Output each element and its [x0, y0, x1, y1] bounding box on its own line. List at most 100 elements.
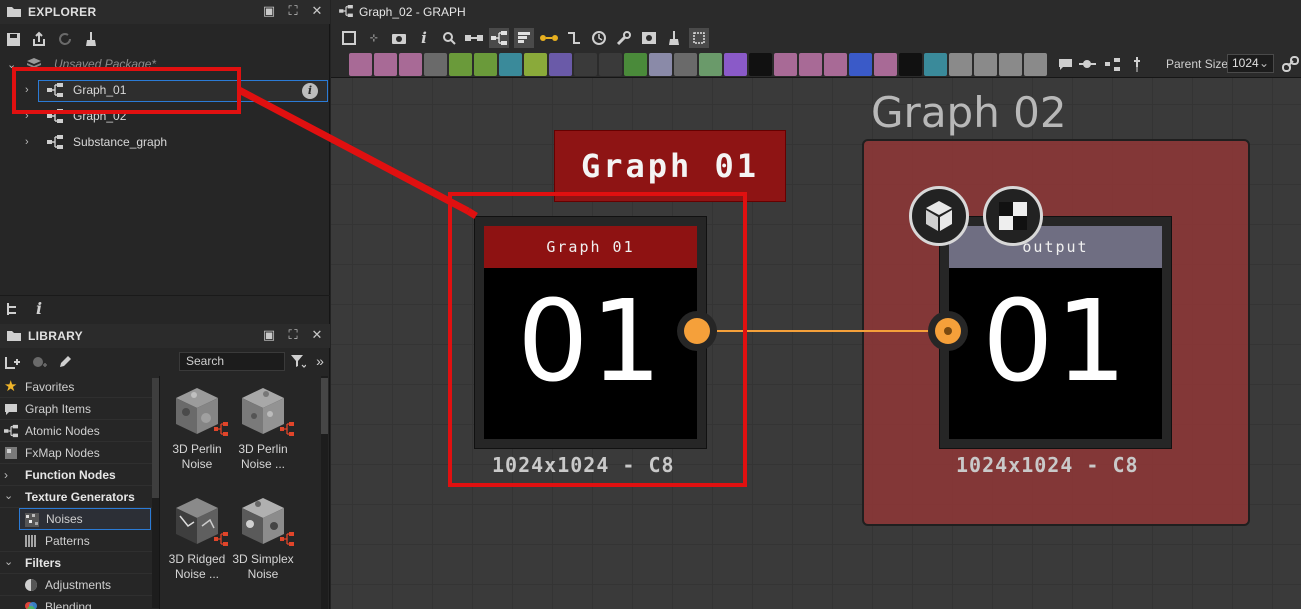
maximize-icon[interactable]: ⛶	[286, 328, 300, 342]
snap-grid-icon[interactable]	[689, 28, 709, 48]
selection-icon[interactable]	[849, 53, 872, 76]
instance-icon[interactable]	[999, 53, 1022, 76]
warp-icon[interactable]	[499, 53, 522, 76]
chevron-down-icon[interactable]: ⌄	[7, 58, 16, 71]
checker-icon[interactable]	[983, 186, 1043, 246]
graph-canvas[interactable]: Graph 02 Graph 01 01 1024x1024 - C8 outp…	[331, 78, 1301, 609]
library-search-input[interactable]: Search	[179, 352, 285, 371]
wrench-icon[interactable]	[614, 28, 634, 48]
category-patterns[interactable]: Patterns	[0, 530, 152, 552]
clean-broom-icon[interactable]	[82, 30, 100, 48]
parent-size-select[interactable]: 1024 ⌄	[1227, 54, 1274, 73]
explorer-item-substance-graph[interactable]: › Substance_graph	[0, 130, 330, 154]
float-value-icon[interactable]	[899, 53, 922, 76]
wire-icon[interactable]	[539, 28, 559, 48]
transform-icon[interactable]	[599, 53, 622, 76]
fill-icon[interactable]	[874, 53, 897, 76]
chevron-right-icon[interactable]: ›	[25, 136, 29, 148]
float-window-icon[interactable]: ▣	[262, 328, 276, 342]
chevron-right-icon[interactable]: ›	[25, 110, 29, 122]
chevron-right-icon[interactable]: ›	[25, 84, 29, 96]
input-node-icon[interactable]	[949, 53, 972, 76]
close-icon[interactable]: ✕	[310, 328, 324, 342]
pencil-icon[interactable]	[56, 353, 74, 371]
frame-node-icon[interactable]	[1024, 53, 1047, 76]
chevron-right-icon[interactable]: ›	[4, 468, 18, 482]
search-icon[interactable]	[439, 28, 459, 48]
category-blending[interactable]: Blending	[0, 596, 152, 609]
node-output[interactable]: output 01	[939, 216, 1172, 449]
preview-icon[interactable]	[639, 28, 659, 48]
levels-icon[interactable]	[474, 53, 497, 76]
link-nodes-icon[interactable]	[464, 28, 484, 48]
uniform-color-icon[interactable]	[399, 53, 422, 76]
category-noises[interactable]: Noises	[19, 508, 151, 530]
hsl-icon[interactable]	[724, 53, 747, 76]
package-row[interactable]: ⌄ Unsaved Package*	[0, 52, 330, 76]
shuffle-icon[interactable]	[424, 53, 447, 76]
output-node-icon[interactable]	[974, 53, 997, 76]
close-icon[interactable]: ✕	[310, 4, 324, 18]
category-filters[interactable]: ⌄ Filters	[0, 552, 152, 574]
category-adjustments[interactable]: Adjustments	[0, 574, 152, 596]
stack-icon[interactable]	[514, 28, 534, 48]
tile-3d-perlin-noise-2[interactable]: 3D Perlin Noise ...	[230, 386, 296, 472]
frame-all-icon[interactable]	[339, 28, 359, 48]
grayscale-icon[interactable]	[674, 53, 697, 76]
output-port[interactable]	[677, 311, 717, 351]
value-icon[interactable]	[749, 53, 772, 76]
info-italic-icon[interactable]: i	[30, 299, 48, 318]
chevron-down-icon[interactable]: ⌄	[4, 556, 18, 570]
tiles-scrollbar[interactable]	[321, 376, 328, 609]
pin-icon[interactable]	[1126, 53, 1149, 76]
category-favorites[interactable]: ★ Favorites	[0, 376, 152, 398]
camera-icon[interactable]	[389, 28, 409, 48]
circle-icon[interactable]	[549, 53, 572, 76]
filter-icon[interactable]	[289, 352, 307, 370]
gradient-icon[interactable]	[524, 53, 547, 76]
info-icon[interactable]: i	[302, 83, 318, 99]
edge-icon[interactable]	[774, 53, 797, 76]
tile-3d-perlin-noise[interactable]: 3D Perlin Noise	[164, 386, 230, 472]
tile-grid-icon[interactable]	[574, 53, 597, 76]
chevron-down-icon[interactable]: ⌄	[4, 490, 18, 504]
category-fxmap-nodes[interactable]: FxMap Nodes	[0, 442, 152, 464]
float-window-icon[interactable]: ▣	[262, 4, 276, 18]
input-port[interactable]	[928, 311, 968, 351]
tile-3d-simplex-noise[interactable]: 3D Simplex Noise	[230, 496, 296, 582]
bitmap-node-icon[interactable]	[349, 53, 372, 76]
explorer-item-graph-01[interactable]: › Graph_01 i	[0, 78, 330, 102]
node-graph-01[interactable]: Graph 01 01	[474, 216, 707, 449]
histogram-icon[interactable]	[699, 53, 722, 76]
dot-node-icon[interactable]	[1076, 53, 1099, 76]
svg-node-icon[interactable]	[374, 53, 397, 76]
tile-3d-ridged-noise[interactable]: 3D Ridged Noise ...	[164, 496, 230, 582]
reload-icon[interactable]	[56, 30, 74, 48]
info-italic-icon[interactable]: i	[414, 28, 434, 48]
category-function-nodes[interactable]: › Function Nodes	[0, 464, 152, 486]
publish-icon[interactable]	[30, 30, 48, 48]
mirror-icon[interactable]	[799, 53, 822, 76]
hierarchy-icon[interactable]	[4, 300, 22, 318]
clean-broom-icon[interactable]	[664, 28, 684, 48]
category-atomic-nodes[interactable]: Atomic Nodes	[0, 420, 152, 442]
normal-icon[interactable]	[624, 53, 647, 76]
add-folder-icon[interactable]	[4, 353, 22, 371]
category-graph-items[interactable]: Graph Items	[0, 398, 152, 420]
maximize-icon[interactable]: ⛶	[286, 4, 300, 18]
blend-icon[interactable]	[649, 53, 672, 76]
comment-icon[interactable]	[1054, 53, 1077, 76]
category-texture-generators[interactable]: ⌄ Texture Generators	[0, 486, 152, 508]
graph-icon[interactable]	[1101, 53, 1124, 76]
refresh-clock-icon[interactable]	[589, 28, 609, 48]
text-icon[interactable]	[824, 53, 847, 76]
pixel-processor-icon[interactable]	[924, 53, 947, 76]
add-item-icon[interactable]	[30, 353, 48, 371]
wire-bend-icon[interactable]	[564, 28, 584, 48]
graph-layout-icon[interactable]	[489, 28, 509, 48]
expand-chevrons-icon[interactable]: »	[311, 352, 329, 370]
link-icon[interactable]	[1279, 53, 1301, 76]
save-icon[interactable]	[4, 30, 22, 48]
3d-cube-icon[interactable]	[909, 186, 969, 246]
category-scrollbar[interactable]	[152, 378, 159, 608]
